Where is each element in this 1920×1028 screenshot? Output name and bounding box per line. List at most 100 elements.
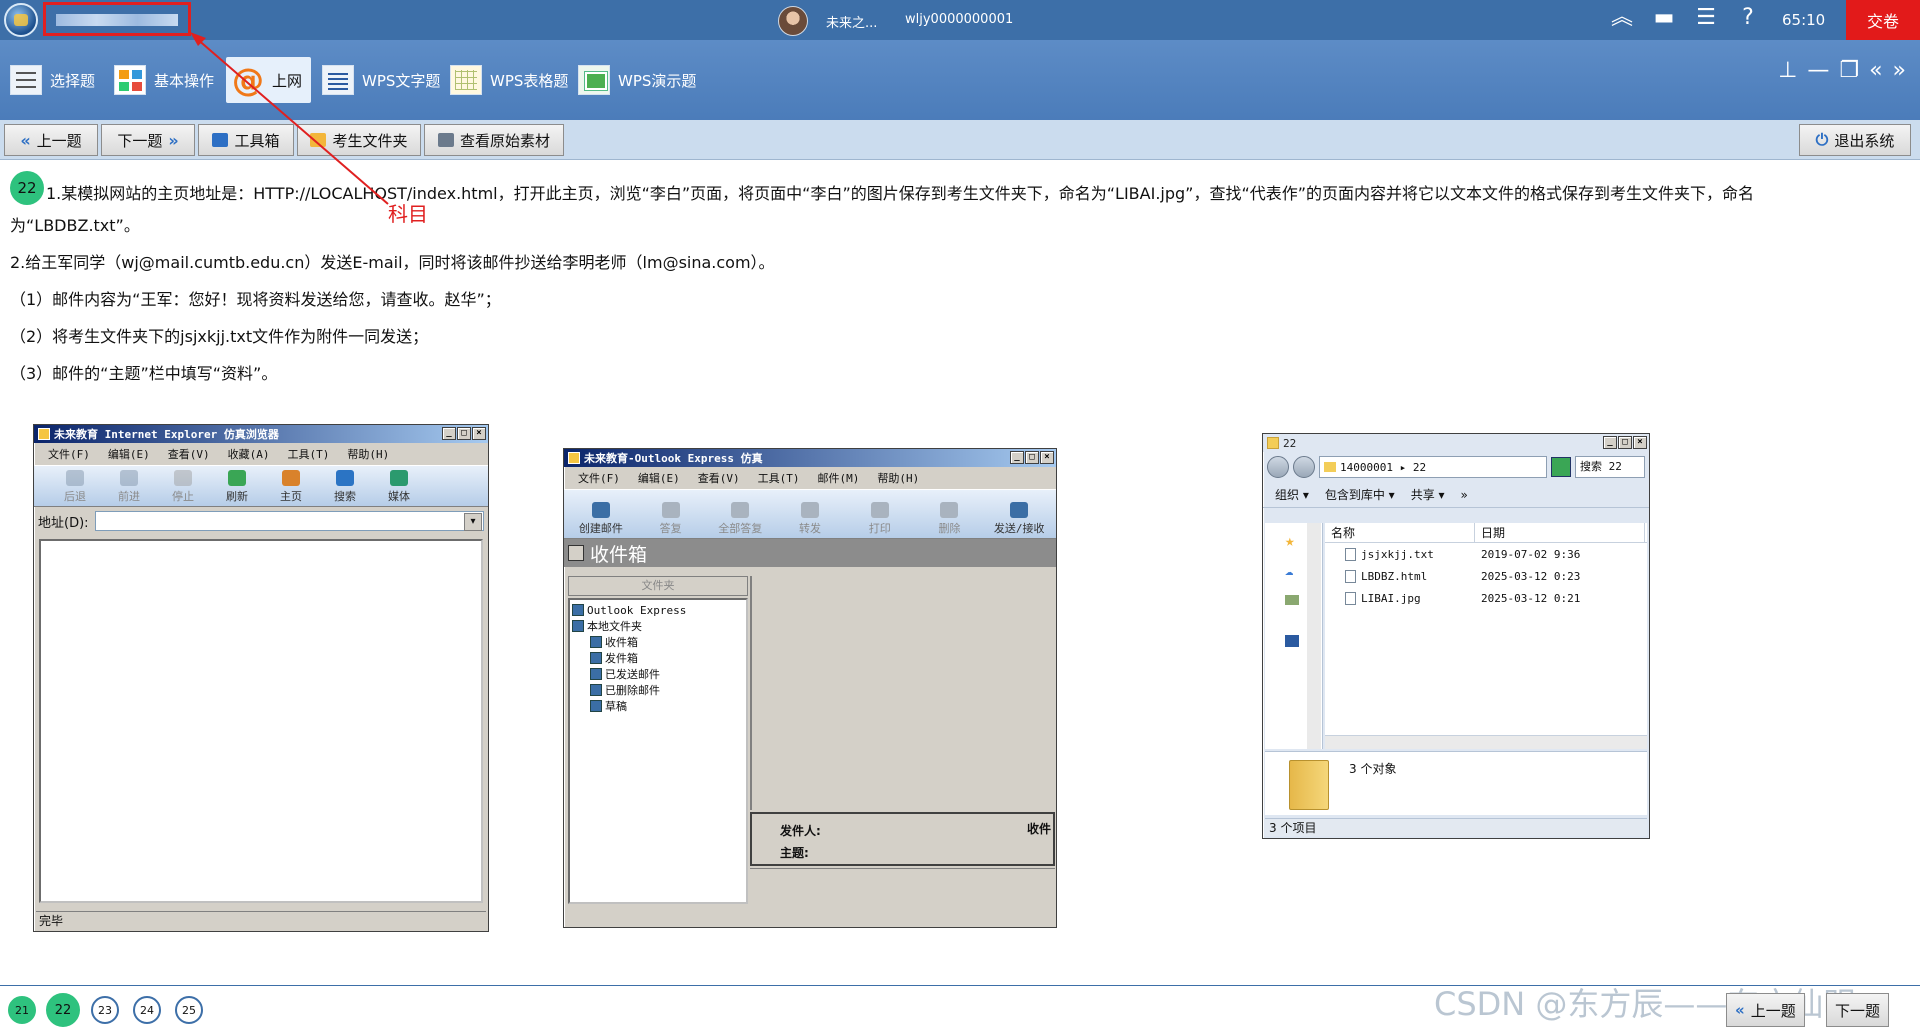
oe-menu-bar: 文件(F) 编辑(E) 查看(V) 工具(T) 邮件(M) 帮助(H)	[564, 467, 1056, 489]
computer-icon[interactable]	[1285, 635, 1299, 647]
restore-icon[interactable]: ❐	[1839, 58, 1859, 83]
folder-tree-item[interactable]: 草稿	[572, 698, 744, 714]
outlook-express-window[interactable]: 未来教育-Outlook Express 仿真 _ □ × 文件(F) 编辑(E) 查看…	[563, 448, 1057, 928]
ie-toolbar-button[interactable]: 停止	[156, 470, 210, 504]
folder-tree-item[interactable]: 已删除邮件	[572, 682, 744, 698]
expand-right-icon[interactable]: »	[1893, 58, 1906, 83]
monitor-icon[interactable]: ▬	[1650, 4, 1678, 32]
ie-window-buttons: _ □ ×	[442, 427, 486, 440]
tab-internet[interactable]: 上网	[226, 57, 311, 103]
library-icon[interactable]	[1285, 595, 1299, 605]
ie-page-content[interactable]	[39, 539, 483, 903]
oe-menu-item[interactable]: 帮助(H)	[877, 470, 919, 486]
help-icon[interactable]: ?	[1734, 4, 1762, 32]
oe-menu-item[interactable]: 查看(V)	[698, 470, 740, 486]
folder-tree-item[interactable]: 已发送邮件	[572, 666, 744, 682]
ie-menu-item[interactable]: 编辑(E)	[108, 446, 150, 462]
oe-menu-item[interactable]: 编辑(E)	[638, 470, 680, 486]
nav-scrollbar[interactable]	[1307, 523, 1321, 749]
prev-question-button[interactable]: « 上一题	[4, 124, 98, 156]
minimize-icon[interactable]: _	[1010, 451, 1024, 464]
maximize-icon[interactable]: □	[457, 427, 471, 440]
file-date: 2025-03-12 0:21	[1481, 591, 1581, 605]
col-name[interactable]: 名称	[1325, 522, 1475, 543]
maximize-icon[interactable]: □	[1025, 451, 1039, 464]
submit-exam-button[interactable]: 交卷	[1846, 0, 1920, 40]
folder-tree-item[interactable]: Outlook Express	[572, 602, 744, 618]
col-date[interactable]: 日期	[1475, 522, 1645, 543]
ie-menu-item[interactable]: 收藏(A)	[228, 446, 270, 462]
ie-menu-item[interactable]: 文件(F)	[48, 446, 90, 462]
page-23[interactable]: 23	[91, 996, 119, 1024]
page-24[interactable]: 24	[133, 996, 161, 1024]
explorer-path[interactable]: 14000001 ▸ 22	[1319, 456, 1547, 478]
oe-toolbar-button[interactable]: 创建邮件	[566, 502, 636, 536]
page-25[interactable]: 25	[175, 996, 203, 1024]
folder-tree-item[interactable]: 本地文件夹	[572, 618, 744, 634]
oe-toolbar-button[interactable]: 发送/接收	[984, 502, 1054, 536]
explorer-command[interactable]: 包含到库中 ▾	[1325, 486, 1395, 503]
view-source-button[interactable]: 查看原始素材	[424, 124, 564, 156]
file-row[interactable]: LIBAI.jpg 2025-03-12 0:21	[1325, 587, 1647, 609]
bottom-next-button[interactable]: 下一题	[1826, 993, 1890, 1027]
checklist-icon[interactable]: ☰	[1692, 4, 1720, 32]
ie-toolbar-button[interactable]: 媒体	[372, 470, 426, 504]
explorer-window[interactable]: 22 _ □ × 14000001 ▸ 22 搜索 22 组织 ▾ 包含到库中 ▾ 共享…	[1262, 433, 1650, 839]
folder-tree-item[interactable]: 发件箱	[572, 650, 744, 666]
tab-basic-ops[interactable]: 基本操作	[108, 57, 220, 103]
refresh-icon[interactable]	[1551, 457, 1571, 477]
oe-toolbar-button[interactable]: 删除	[915, 502, 985, 536]
oe-toolbar-button[interactable]: 打印	[845, 502, 915, 536]
close-icon[interactable]: ×	[1040, 451, 1054, 464]
file-row[interactable]: jsjxkjj.txt 2019-07-02 9:36	[1325, 543, 1647, 565]
bottom-prev-button[interactable]: « 上一题	[1726, 993, 1805, 1027]
close-icon[interactable]: ×	[472, 427, 486, 440]
explorer-command[interactable]: »	[1461, 488, 1468, 502]
oe-menu-item[interactable]: 文件(F)	[578, 470, 620, 486]
oe-toolbar-button[interactable]: 答复	[636, 502, 706, 536]
explorer-command[interactable]: 共享 ▾	[1411, 486, 1445, 503]
student-folder-button[interactable]: 考生文件夹	[297, 124, 421, 156]
minimize-icon[interactable]: _	[442, 427, 456, 440]
oe-toolbar-button[interactable]: 全部答复	[705, 502, 775, 536]
ie-menu-item[interactable]: 帮助(H)	[347, 446, 389, 462]
explorer-search-input[interactable]: 搜索 22	[1575, 456, 1645, 478]
ie-browser-window[interactable]: 未来教育 Internet Explorer 仿真浏览器 _ □ × 文件(F) 编辑…	[33, 424, 489, 932]
message-list[interactable]	[750, 576, 1055, 810]
ie-menu-item[interactable]: 工具(T)	[288, 446, 330, 462]
file-row[interactable]: LBDBZ.html 2025-03-12 0:23	[1325, 565, 1647, 587]
back-icon[interactable]	[1267, 456, 1289, 478]
explorer-command[interactable]: 组织 ▾	[1275, 486, 1309, 503]
toolbox-button[interactable]: 工具箱	[198, 124, 294, 156]
tab-wps-spreadsheet[interactable]: WPS表格题	[444, 57, 574, 103]
ie-toolbar-button[interactable]: 后退	[48, 470, 102, 504]
next-question-button[interactable]: 下一题 »	[101, 124, 195, 156]
maximize-icon[interactable]: □	[1618, 436, 1632, 449]
address-input[interactable]	[94, 511, 484, 531]
minimize-icon[interactable]: —	[1807, 58, 1829, 83]
tab-wps-writer[interactable]: WPS文字题	[316, 57, 446, 103]
forward-icon[interactable]	[1293, 456, 1315, 478]
ie-toolbar-button[interactable]: 主页	[264, 470, 318, 504]
minimize-icon[interactable]: _	[1603, 436, 1617, 449]
oe-toolbar-button[interactable]: 转发	[775, 502, 845, 536]
ie-toolbar-button[interactable]: 搜索	[318, 470, 372, 504]
tab-choice[interactable]: 选择题	[4, 57, 101, 103]
file-list-scrollbar[interactable]	[1325, 735, 1647, 749]
ie-menu-item[interactable]: 查看(V)	[168, 446, 210, 462]
favorites-star-icon[interactable]: ★	[1285, 531, 1295, 550]
oe-menu-item[interactable]: 工具(T)	[758, 470, 800, 486]
close-icon[interactable]: ×	[1633, 436, 1647, 449]
page-21[interactable]: 21	[8, 996, 36, 1024]
page-22[interactable]: 22	[46, 993, 80, 1027]
cloud-icon[interactable]: ☁	[1285, 563, 1293, 579]
ie-toolbar-button[interactable]: 刷新	[210, 470, 264, 504]
oe-menu-item[interactable]: 邮件(M)	[818, 470, 860, 486]
ie-toolbar-button[interactable]: 前进	[102, 470, 156, 504]
collapse-up-icon[interactable]: ︽	[1608, 4, 1636, 32]
folder-tree-item[interactable]: 收件箱	[572, 634, 744, 650]
exit-system-button[interactable]: ⏻ 退出系统	[1799, 124, 1911, 156]
collapse-left-icon[interactable]: «	[1869, 58, 1882, 83]
tab-wps-presentation[interactable]: WPS演示题	[572, 57, 702, 103]
pin-icon[interactable]: ⊥	[1778, 58, 1797, 83]
